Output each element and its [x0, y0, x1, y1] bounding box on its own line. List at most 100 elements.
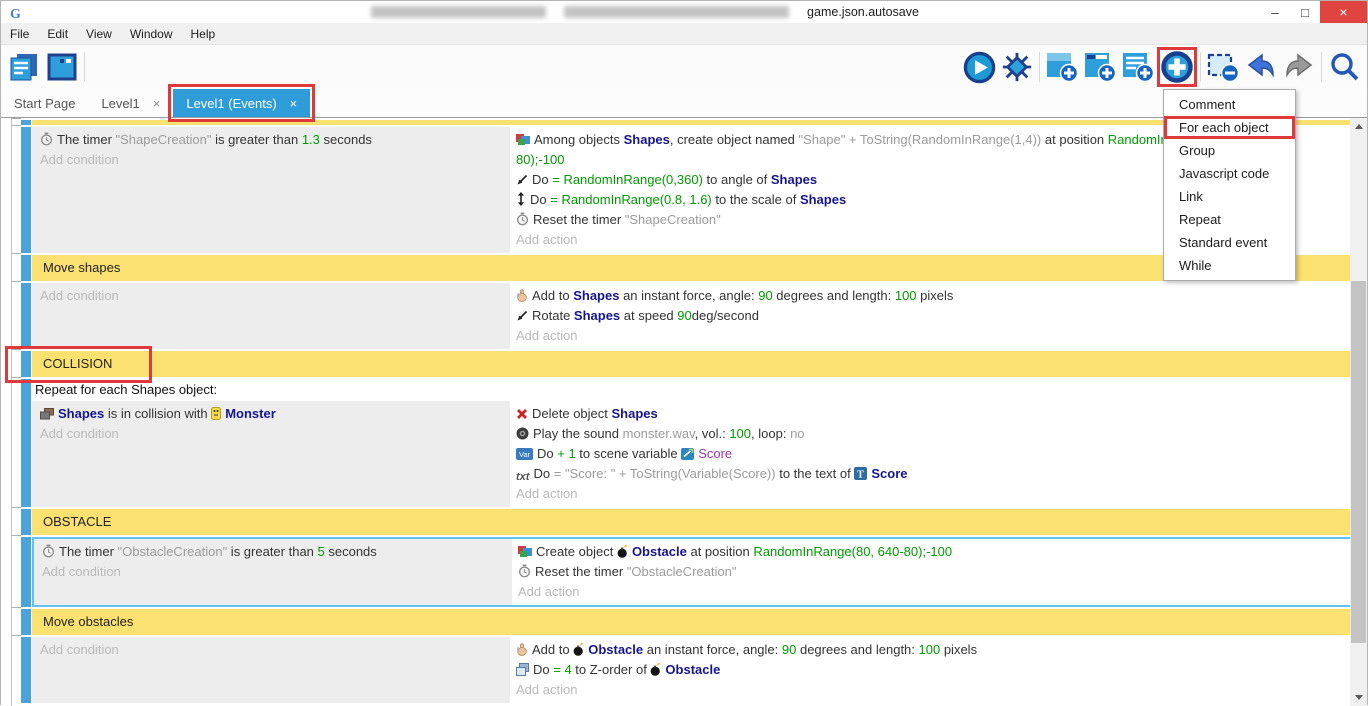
action-row[interactable]: txtDo = "Score: " + ToString(Variable(Sc… — [516, 464, 1346, 484]
action-row[interactable]: Add to Shapes an instant force, angle: 9… — [516, 286, 1346, 306]
event-handle-bar[interactable] — [21, 283, 31, 349]
add-action-link[interactable]: Add action — [516, 680, 1346, 700]
text-segment: Monster — [225, 406, 276, 421]
action-row[interactable]: Delete object Shapes — [516, 404, 1346, 424]
action-row[interactable]: Do = 4 to Z-order of Obstacle — [516, 660, 1346, 680]
action-row[interactable]: Add to Obstacle an instant force, angle:… — [516, 640, 1346, 660]
event-handle-bar[interactable] — [21, 609, 31, 635]
menu-item-comment[interactable]: Comment — [1164, 93, 1295, 116]
toolbar-right — [960, 47, 1363, 87]
menu-item-standard-event[interactable]: Standard event — [1164, 231, 1295, 254]
menu-item-javascript-code[interactable]: Javascript code — [1164, 162, 1295, 185]
add-condition-link[interactable]: Add condition — [40, 150, 502, 170]
condition-row[interactable]: Shapes is in collision with Monster — [40, 404, 502, 424]
titlebar: G game.json.autosave – □ × — [1, 1, 1367, 23]
text-segment: Shapes — [624, 132, 670, 147]
add-condition-link[interactable]: Add condition — [42, 562, 504, 582]
comment-text[interactable]: Move obstacles — [32, 609, 1352, 635]
text-segment: to Z-order of — [572, 662, 651, 677]
tab-start-page[interactable]: Start Page — [1, 89, 88, 117]
action-row[interactable]: Play the sound monster.wav, vol.: 100, l… — [516, 424, 1346, 444]
search-button[interactable] — [1325, 48, 1363, 86]
text-segment: Add to — [532, 642, 573, 657]
event-handle-bar[interactable] — [21, 537, 31, 607]
actions-column: Delete object ShapesPlay the sound monst… — [510, 401, 1352, 507]
undo-button[interactable] — [1242, 48, 1280, 86]
comment-text[interactable]: OBSTACLE — [32, 509, 1352, 535]
scene-editor-button[interactable] — [43, 48, 81, 86]
add-condition-link[interactable]: Add condition — [40, 286, 502, 306]
text-segment: at position — [687, 544, 754, 559]
event-box[interactable]: Add condition Add to Shapes an instant fo… — [32, 283, 1352, 349]
project-manager-button[interactable] — [5, 48, 43, 86]
add-event-button[interactable] — [1043, 48, 1081, 86]
event-handle-bar[interactable] — [21, 637, 31, 703]
event-handle-bar[interactable] — [21, 127, 31, 253]
menu-item-while[interactable]: While — [1164, 254, 1295, 277]
event-box[interactable]: Add condition Add to Obstacle an instant … — [32, 637, 1352, 703]
add-condition-link[interactable]: Add condition — [40, 424, 502, 444]
event-header[interactable]: Repeat for each Shapes object: — [32, 379, 1352, 401]
tab-close-icon[interactable]: × — [153, 96, 161, 111]
menu-item-for-each-object[interactable]: For each object — [1164, 116, 1295, 139]
bomb-object-icon — [617, 545, 628, 558]
event-handle-bar[interactable] — [21, 509, 31, 535]
add-action-link[interactable]: Add action — [518, 582, 1344, 602]
add-condition-link[interactable]: Add condition — [40, 640, 502, 660]
menu-window[interactable]: Window — [121, 27, 182, 41]
minimize-button[interactable]: – — [1260, 1, 1290, 23]
menu-file[interactable]: File — [1, 27, 38, 41]
event-handle-bar[interactable] — [21, 120, 31, 125]
tree-tick — [11, 507, 21, 508]
tab-level1[interactable]: Level1× — [88, 89, 173, 117]
action-row[interactable]: Create object Obstacle at position Rando… — [518, 542, 1344, 562]
text-segment: "ObstacleCreation" — [627, 564, 737, 579]
menu-view[interactable]: View — [77, 27, 121, 41]
event-handle-bar[interactable] — [21, 255, 31, 281]
vertical-scrollbar[interactable] — [1350, 118, 1367, 706]
menu-help[interactable]: Help — [182, 27, 225, 41]
play-button[interactable] — [960, 48, 998, 86]
menu-item-group[interactable]: Group — [1164, 139, 1295, 162]
scrollbar-thumb[interactable] — [1351, 281, 1366, 643]
redacted-title-segment — [564, 6, 789, 18]
text-segment: to the scale of — [712, 192, 800, 207]
scroll-down-button[interactable] — [1350, 689, 1367, 706]
add-action-link[interactable]: Add action — [516, 484, 1346, 504]
tab-label: Level1 (Events) — [186, 96, 276, 111]
remove-event-button[interactable] — [1204, 48, 1242, 86]
tab-level1-events[interactable]: Level1 (Events) × — [173, 89, 310, 117]
redo-button[interactable] — [1280, 48, 1318, 86]
event-handle-bar[interactable] — [21, 351, 31, 377]
debug-button[interactable] — [998, 48, 1036, 86]
event-box[interactable]: The timer "ObstacleCreation" is greater … — [32, 537, 1352, 607]
tab-close-icon[interactable]: × — [290, 96, 298, 111]
close-button[interactable]: × — [1320, 1, 1367, 23]
action-row[interactable]: VarDo + 1 to scene variable Score — [516, 444, 1346, 464]
event-box[interactable]: The timer "ShapeCreation" is greater tha… — [32, 127, 1352, 253]
conditions-column: The timer "ObstacleCreation" is greater … — [34, 539, 512, 605]
add-comment-button[interactable] — [1119, 48, 1157, 86]
text-segment: no — [790, 426, 804, 441]
add-subevent-button[interactable] — [1081, 48, 1119, 86]
action-row[interactable]: Reset the timer "ObstacleCreation" — [518, 562, 1344, 582]
menu-item-repeat[interactable]: Repeat — [1164, 208, 1295, 231]
comment-text[interactable]: COLLISION — [32, 351, 1352, 377]
text-segment: 90 — [782, 642, 796, 657]
add-action-link[interactable]: Add action — [516, 326, 1346, 346]
monster-object-icon — [211, 407, 221, 420]
condition-row[interactable]: The timer "ObstacleCreation" is greater … — [42, 542, 504, 562]
event-handle-bar[interactable] — [21, 379, 31, 507]
maximize-button[interactable]: □ — [1290, 1, 1320, 23]
comment-text[interactable]: Move shapes — [32, 255, 1352, 281]
actions-column: Add to Shapes an instant force, angle: 9… — [510, 283, 1352, 349]
action-row[interactable]: Rotate Shapes at speed 90deg/second — [516, 306, 1346, 326]
tab-label: Start Page — [14, 96, 75, 111]
condition-row[interactable]: The timer "ShapeCreation" is greater tha… — [40, 130, 502, 150]
remove-event-icon — [1206, 51, 1240, 83]
menu-item-link[interactable]: Link — [1164, 185, 1295, 208]
add-special-event-button[interactable] — [1160, 48, 1194, 86]
menu-edit[interactable]: Edit — [38, 27, 77, 41]
scroll-up-button[interactable] — [1350, 118, 1367, 135]
event-box[interactable]: Repeat for each Shapes object: Shapes is … — [32, 379, 1352, 507]
